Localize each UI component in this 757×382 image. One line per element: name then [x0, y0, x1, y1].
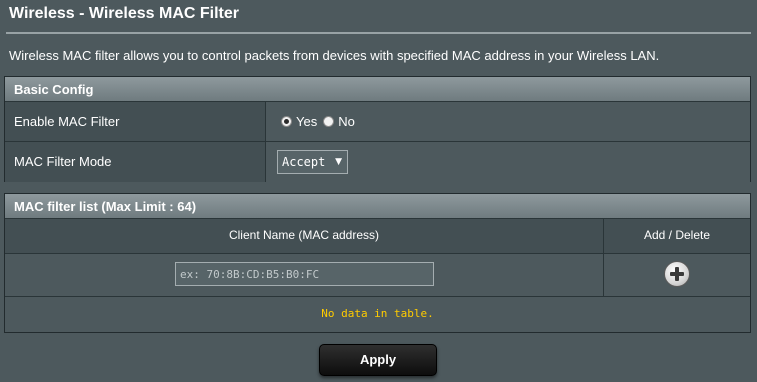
- mac-address-input[interactable]: [175, 262, 434, 286]
- basic-config-panel: Basic Config Enable MAC Filter Yes No MA…: [4, 76, 751, 182]
- enable-mac-filter-row: Enable MAC Filter Yes No: [5, 102, 750, 142]
- enable-mac-filter-value: Yes No: [266, 102, 750, 141]
- chevron-down-icon: ▼: [335, 157, 342, 167]
- basic-config-header: Basic Config: [5, 77, 750, 102]
- mac-filter-mode-row: MAC Filter Mode Accept ▼: [5, 142, 750, 182]
- apply-button[interactable]: Apply: [319, 344, 437, 376]
- column-header-client-name: Client Name (MAC address): [5, 219, 604, 253]
- page-description: Wireless MAC filter allows you to contro…: [9, 48, 660, 63]
- title-divider: [6, 32, 751, 34]
- mac-filter-mode-label: MAC Filter Mode: [5, 142, 266, 182]
- mac-input-cell: [5, 254, 604, 296]
- column-header-add-delete: Add / Delete: [643, 228, 711, 242]
- mac-input-row: [5, 254, 750, 297]
- plus-horizontal-stroke: [670, 272, 684, 276]
- mac-filter-mode-value: Accept ▼: [266, 142, 750, 182]
- enable-mac-filter-label: Enable MAC Filter: [5, 102, 266, 141]
- mac-filter-mode-select[interactable]: Accept ▼: [277, 150, 348, 174]
- radio-yes[interactable]: [281, 116, 292, 127]
- plus-circle-icon[interactable]: [664, 261, 690, 287]
- mac-filter-list-panel: MAC filter list (Max Limit : 64) Client …: [4, 193, 751, 333]
- radio-no[interactable]: [323, 116, 335, 127]
- enable-mac-filter-radio-group: Yes No: [281, 114, 361, 129]
- mac-filter-mode-selected: Accept: [282, 155, 326, 169]
- page-title: Wireless - Wireless MAC Filter: [9, 5, 240, 22]
- mac-filter-list-header: MAC filter list (Max Limit : 64): [5, 194, 750, 219]
- radio-no-label[interactable]: No: [338, 114, 355, 129]
- add-cell: [604, 254, 750, 296]
- mac-list-column-headers: Client Name (MAC address) Add / Delete: [5, 219, 750, 254]
- empty-table-message: No data in table.: [321, 307, 434, 320]
- radio-yes-label[interactable]: Yes: [296, 114, 317, 129]
